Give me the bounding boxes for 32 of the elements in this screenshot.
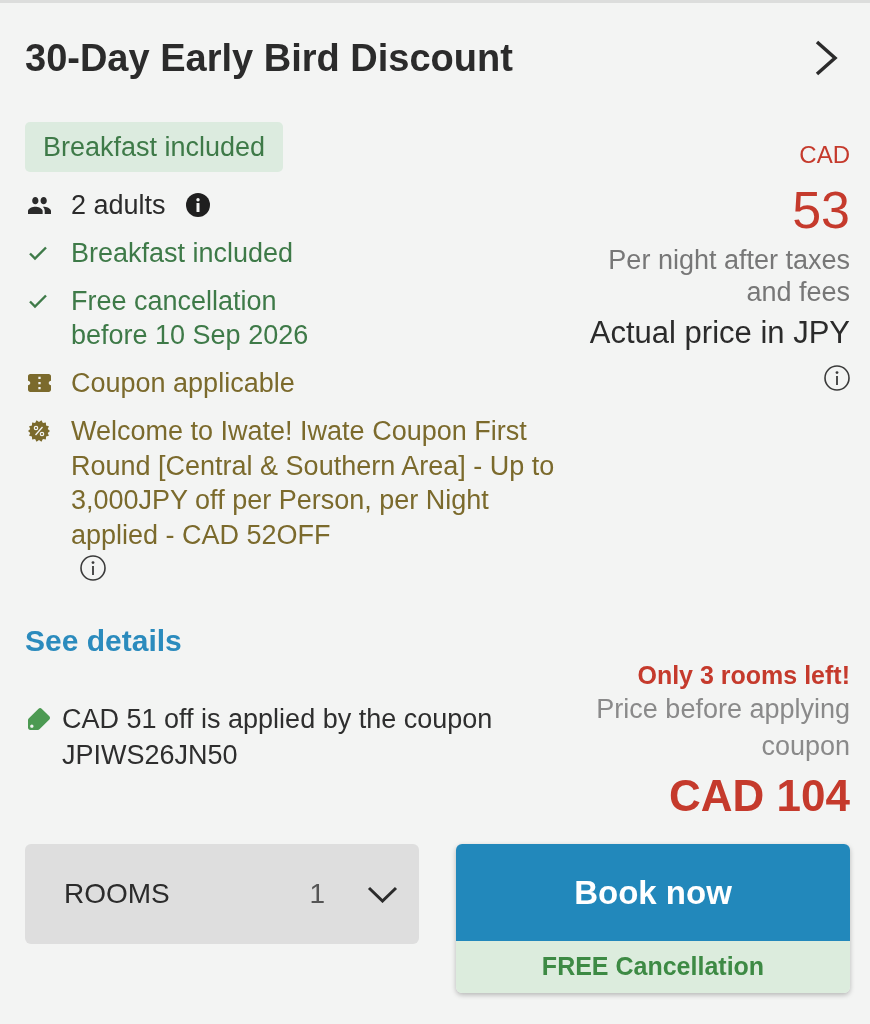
price-currency: CAD	[799, 141, 850, 169]
free-cancellation-note: FREE Cancellation	[456, 941, 850, 993]
feature-text: Welcome to Iwate! Iwate Coupon First Round [Central & Southern Area] - Up to 3,000JPY off per Person, per Night applied - CAD 52OFF	[71, 415, 556, 552]
see-details-link[interactable]: See details	[25, 625, 182, 657]
rooms-label: ROOMS	[64, 877, 170, 911]
price-amount: 53	[792, 182, 850, 238]
info-icon[interactable]	[185, 193, 210, 217]
info-icon[interactable]	[80, 555, 106, 581]
chevron-down-icon	[367, 885, 398, 903]
people-icon	[28, 196, 51, 214]
rooms-count: 1	[309, 877, 325, 911]
feature-text: Breakfast included	[71, 237, 294, 270]
price-note: Per night after taxes and fees	[607, 244, 850, 308]
offer-title: 30-Day Early Bird Discount	[25, 36, 513, 80]
feature-text: 2 adults	[71, 189, 166, 222]
original-price-label: Price before applying coupon	[595, 693, 850, 763]
rooms-select[interactable]: ROOMS 1	[25, 844, 419, 944]
feature-text: Free cancellation before 10 Sep 2026	[71, 285, 309, 352]
breakfast-badge: Breakfast included	[25, 122, 284, 172]
tag-icon	[28, 708, 50, 730]
percent-badge-icon	[28, 420, 50, 442]
original-price: CAD 104	[669, 771, 850, 821]
check-icon	[28, 245, 48, 261]
coupon-note: CAD 51 off is applied by the coupon JPIWS26JN50	[62, 703, 494, 772]
book-now-button[interactable]: Book now	[456, 844, 850, 941]
check-icon	[28, 293, 48, 309]
actual-price-note: Actual price in JPY	[589, 315, 850, 351]
feature-text: Coupon applicable	[71, 367, 295, 400]
availability-warning: Only 3 rooms left!	[637, 660, 850, 691]
info-icon[interactable]	[824, 365, 850, 391]
chevron-right-icon[interactable]	[814, 39, 838, 77]
ticket-icon	[28, 374, 51, 392]
